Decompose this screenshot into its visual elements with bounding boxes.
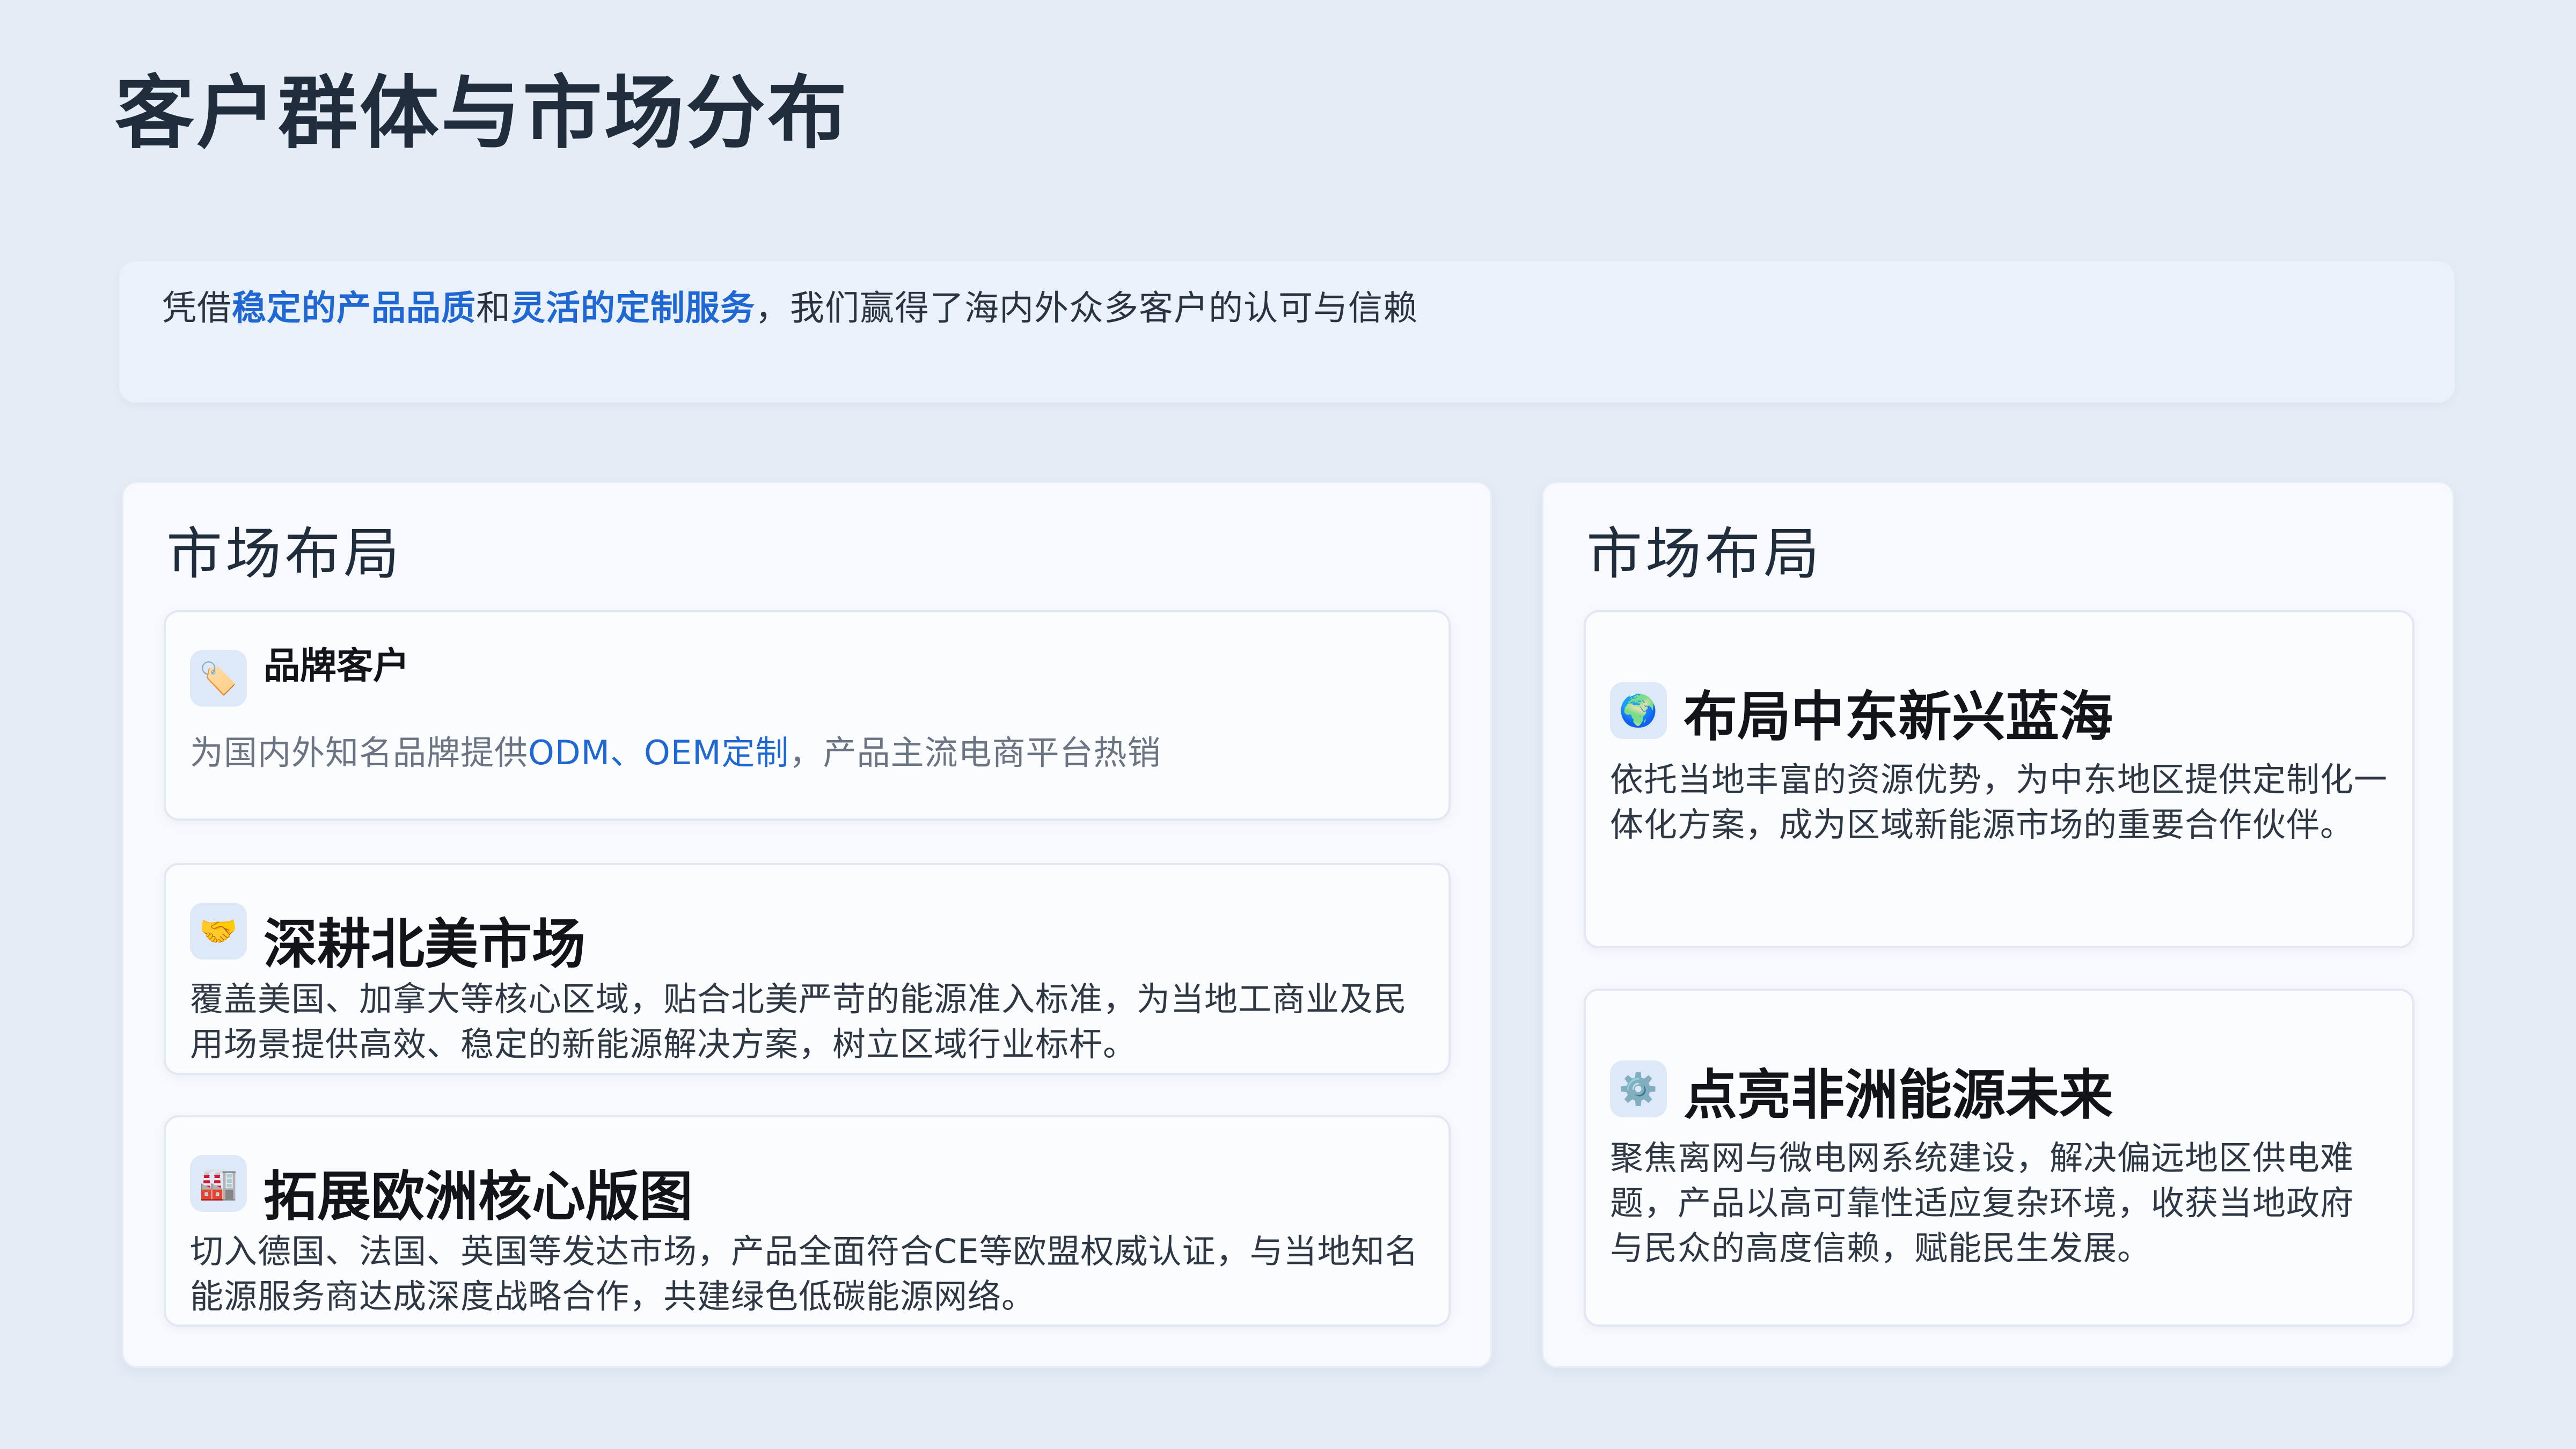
intro-highlight-service: 灵活的定制服务 [511,288,755,328]
panel-title: 市场布局 [1586,521,1823,587]
card-north-america: 🤝 深耕北美市场 覆盖美国、加拿大等核心区域，贴合北美严苛的能源准入标准，为当地… [164,863,1451,1075]
card-heading: 品牌客户 [264,645,410,687]
tag-icon: 🏷️ [190,650,247,707]
card-heading: 布局中东新兴蓝海 [1684,685,2113,748]
desc-prefix: 为国内外知名品牌提供 [190,733,529,772]
intro-banner: 凭借稳定的产品品质和灵活的定制服务，我们赢得了海内外众多客户的认可与信赖 [119,261,2455,402]
card-brand-customers: 🏷️ 品牌客户 为国内外知名品牌提供ODM、OEM定制，产品主流电商平台热销 [164,610,1451,821]
factory-icon: 🏭 [190,1155,247,1212]
intro-prefix: 凭借 [162,288,232,328]
market-layout-panel-right: 市场布局 🌍 布局中东新兴蓝海 依托当地丰富的资源优势，为中东地区提供定制化一体… [1542,481,2454,1368]
globe-icon: 🌍 [1610,682,1667,739]
card-description: 依托当地丰富的资源优势，为中东地区提供定制化一体化方案，成为区域新能源市场的重要… [1610,760,2388,844]
intro-highlight-quality: 稳定的产品品质 [232,288,476,328]
card-europe: 🏭 拓展欧洲核心版图 切入德国、法国、英国等发达市场，产品全面符合CE等欧盟权威… [164,1115,1451,1327]
card-description: 覆盖美国、加拿大等核心区域，贴合北美严苛的能源准入标准，为当地工商业及民用场景提… [190,979,1408,1064]
card-description: 聚焦离网与微电网系统建设，解决偏远地区供电难题，产品以高可靠性适应复杂环境，收获… [1610,1138,2354,1268]
card-heading: 深耕北美市场 [264,913,586,976]
desc-suffix: ，产品主流电商平台热销 [789,733,1161,772]
intro-suffix: ，我们赢得了海内外众多客户的认可与信赖 [755,288,1418,328]
card-heading: 点亮非洲能源未来 [1684,1064,2113,1126]
card-middle-east: 🌍 布局中东新兴蓝海 依托当地丰富的资源优势，为中东地区提供定制化一体化方案，成… [1584,610,2414,948]
intro-connector: 和 [476,288,511,328]
intro-text: 凭借稳定的产品品质和灵活的定制服务，我们赢得了海内外众多客户的认可与信赖 [162,281,1418,330]
card-description: 切入德国、法国、英国等发达市场，产品全面符合CE等欧盟权威认证，与当地知名能源服… [190,1232,1419,1316]
page-title: 客户群体与市场分布 [115,67,849,159]
handshake-icon: 🤝 [190,903,247,960]
market-layout-panel-left: 市场布局 🏷️ 品牌客户 为国内外知名品牌提供ODM、OEM定制，产品主流电商平… [122,481,1492,1368]
card-africa: ⚙️ 点亮非洲能源未来 聚焦离网与微电网系统建设，解决偏远地区供电难题，产品以高… [1584,989,2414,1327]
card-description: 为国内外知名品牌提供ODM、OEM定制，产品主流电商平台热销 [190,730,1424,775]
gear-icon: ⚙️ [1610,1060,1667,1117]
slide: 客户群体与市场分布 凭借稳定的产品品质和灵活的定制服务，我们赢得了海内外众多客户… [0,0,2576,1449]
card-heading: 拓展欧洲核心版图 [264,1165,693,1228]
panel-title: 市场布局 [166,521,403,587]
desc-highlight-odm-oem: ODM、OEM定制 [528,733,789,772]
